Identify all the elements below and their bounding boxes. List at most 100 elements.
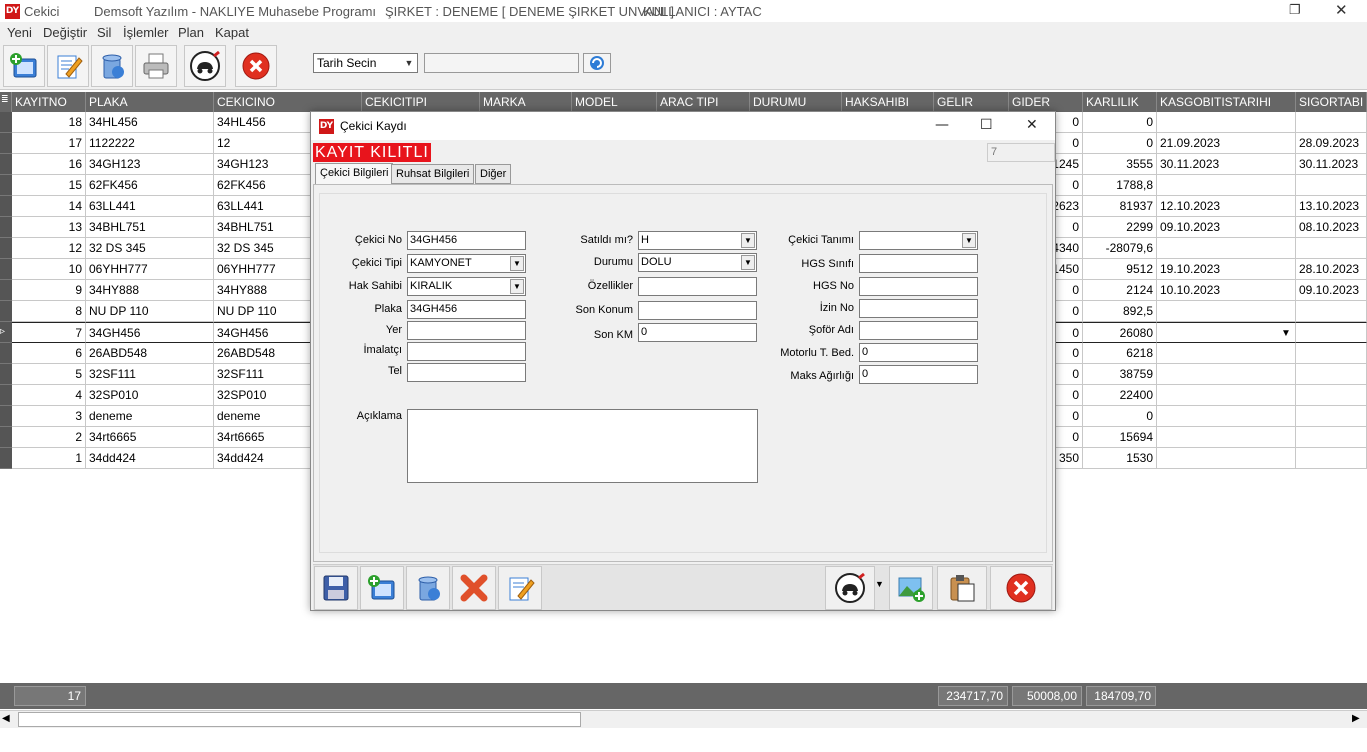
delete-button[interactable] (91, 45, 133, 87)
row-indicator[interactable]: ▹ (0, 322, 12, 343)
table-cell-sigorta[interactable]: 09.10.2023 (1296, 280, 1367, 301)
cancel-button[interactable] (452, 566, 496, 610)
table-cell-kasgo[interactable] (1157, 301, 1296, 322)
maks-agirligi-field[interactable]: 0 (859, 365, 978, 384)
row-indicator[interactable] (0, 385, 12, 406)
table-cell-kasgo[interactable]: 09.10.2023 (1157, 217, 1296, 238)
table-cell-plaka[interactable]: 34GH123 (86, 154, 214, 175)
table-cell-kasgo[interactable] (1157, 385, 1296, 406)
col-gelir[interactable]: GELIR (934, 92, 1009, 112)
table-cell-sigorta[interactable] (1296, 238, 1367, 259)
table-cell-karlilik[interactable]: 1788,8 (1083, 175, 1157, 196)
son-km-field[interactable]: 0 (638, 323, 757, 342)
table-cell-karlilik[interactable]: 0 (1083, 133, 1157, 154)
row-indicator[interactable] (0, 343, 12, 364)
table-cell-sigorta[interactable] (1296, 385, 1367, 406)
row-indicator[interactable] (0, 133, 12, 154)
table-cell-plaka[interactable]: 34HY888 (86, 280, 214, 301)
table-cell-kasgo[interactable] (1157, 406, 1296, 427)
table-cell-kasgo[interactable]: 19.10.2023 (1157, 259, 1296, 280)
col-karlilik[interactable]: KARLILIK (1083, 92, 1157, 112)
table-cell-kayitno[interactable]: 5 (12, 364, 86, 385)
table-cell-plaka[interactable]: 34HL456 (86, 112, 214, 133)
col-durumu[interactable]: DURUMU (750, 92, 842, 112)
row-indicator[interactable] (0, 196, 12, 217)
table-cell-sigorta[interactable]: 13.10.2023 (1296, 196, 1367, 217)
table-cell-kasgo[interactable] (1157, 322, 1296, 343)
row-indicator[interactable] (0, 364, 12, 385)
cekici-no-field[interactable]: 34GH456 (407, 231, 526, 250)
horizontal-scrollbar[interactable]: ◀ ▶ (0, 710, 1367, 728)
table-cell-kayitno[interactable]: 1 (12, 448, 86, 469)
table-cell-sigorta[interactable] (1296, 112, 1367, 133)
edit-record-button[interactable] (498, 566, 542, 610)
truck-service-button[interactable] (825, 566, 875, 610)
delete-record-button[interactable] (406, 566, 450, 610)
table-cell-kayitno[interactable]: 4 (12, 385, 86, 406)
row-indicator[interactable] (0, 112, 12, 133)
table-cell-karlilik[interactable]: 0 (1083, 406, 1157, 427)
col-haksahibi[interactable]: HAKSAHIBI (842, 92, 934, 112)
table-cell-plaka[interactable]: NU DP 110 (86, 301, 214, 322)
table-cell-sigorta[interactable] (1296, 406, 1367, 427)
table-cell-kasgo[interactable]: 12.10.2023 (1157, 196, 1296, 217)
table-cell-plaka[interactable]: 63LL441 (86, 196, 214, 217)
row-indicator[interactable] (0, 427, 12, 448)
col-sigortabi[interactable]: SIGORTABI (1296, 92, 1367, 112)
aciklama-textarea[interactable] (407, 409, 758, 483)
son-konum-field[interactable] (638, 301, 757, 320)
row-indicator[interactable] (0, 217, 12, 238)
row-indicator[interactable] (0, 301, 12, 322)
row-indicator[interactable] (0, 259, 12, 280)
table-cell-kayitno[interactable]: 14 (12, 196, 86, 217)
refresh-button[interactable] (583, 53, 611, 73)
table-cell-kayitno[interactable]: 18 (12, 112, 86, 133)
table-cell-kasgo[interactable] (1157, 175, 1296, 196)
menu-islemler[interactable]: İşlemler (123, 25, 169, 40)
cekici-tanimi-select[interactable]: ▼ (859, 231, 978, 250)
minimize-icon[interactable]: — (935, 117, 949, 133)
row-indicator[interactable] (0, 406, 12, 427)
imalatci-field[interactable] (407, 342, 526, 361)
yer-field[interactable] (407, 321, 526, 340)
table-cell-sigorta[interactable]: 28.09.2023 (1296, 133, 1367, 154)
table-cell-karlilik[interactable]: 1530 (1083, 448, 1157, 469)
col-kasgobitistarihi[interactable]: KASGOBITISTARIHI (1157, 92, 1296, 112)
row-dropdown-icon[interactable]: ▼ (1281, 328, 1291, 339)
menu-degistir[interactable]: Değiştir (43, 25, 87, 40)
table-cell-karlilik[interactable]: -28079,6 (1083, 238, 1157, 259)
table-cell-karlilik[interactable]: 892,5 (1083, 301, 1157, 322)
table-cell-karlilik[interactable]: 26080 (1083, 322, 1157, 343)
col-kayitno[interactable]: KAYITNO (12, 92, 86, 112)
table-cell-karlilik[interactable]: 38759 (1083, 364, 1157, 385)
table-cell-karlilik[interactable]: 2124 (1083, 280, 1157, 301)
table-cell-karlilik[interactable]: 0 (1083, 112, 1157, 133)
plaka-field[interactable]: 34GH456 (407, 300, 526, 319)
grid-menu-icon[interactable]: ≣ (0, 92, 12, 112)
table-cell-plaka[interactable]: 62FK456 (86, 175, 214, 196)
table-cell-kayitno[interactable]: 2 (12, 427, 86, 448)
cekici-tipi-select[interactable]: KAMYONET ▼ (407, 254, 526, 273)
izin-no-field[interactable] (859, 299, 978, 318)
row-indicator[interactable] (0, 175, 12, 196)
table-cell-kasgo[interactable] (1157, 238, 1296, 259)
table-cell-kayitno[interactable]: 13 (12, 217, 86, 238)
table-cell-kasgo[interactable] (1157, 448, 1296, 469)
table-cell-kasgo[interactable] (1157, 364, 1296, 385)
table-cell-plaka[interactable]: 32SF111 (86, 364, 214, 385)
close-button[interactable] (235, 45, 277, 87)
menu-sil[interactable]: Sil (97, 25, 111, 40)
table-cell-sigorta[interactable]: 30.11.2023 (1296, 154, 1367, 175)
truck-service-button[interactable] (184, 45, 226, 87)
date-select[interactable]: Tarih Secin ▼ (313, 53, 418, 73)
table-cell-plaka[interactable]: 1122222 (86, 133, 214, 154)
row-indicator[interactable] (0, 448, 12, 469)
table-cell-kayitno[interactable]: 6 (12, 343, 86, 364)
scroll-left-icon[interactable]: ◀ (2, 713, 10, 724)
table-cell-plaka[interactable]: 34GH456 (86, 322, 214, 343)
table-cell-kayitno[interactable]: 9 (12, 280, 86, 301)
date-value-field[interactable] (424, 53, 579, 73)
close-dialog-button[interactable] (990, 566, 1052, 610)
table-cell-sigorta[interactable] (1296, 427, 1367, 448)
table-cell-plaka[interactable]: 34dd424 (86, 448, 214, 469)
